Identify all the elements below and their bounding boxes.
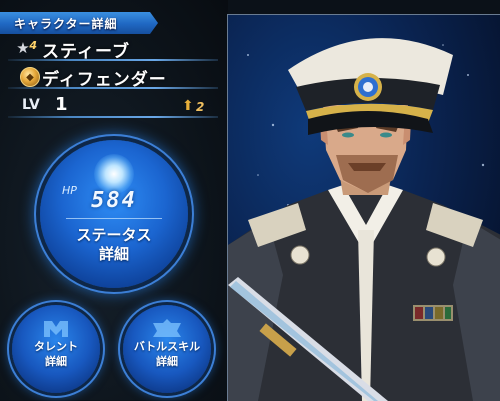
rank-badge: ★ 4 <box>12 38 37 57</box>
battle-skill-detail-button[interactable]: バトルスキル 詳細 <box>123 305 211 393</box>
skill-emblem-icon <box>149 317 185 341</box>
header-title: キャラクター詳細 <box>14 17 118 31</box>
hp-divider <box>66 218 162 219</box>
level-value: 1 <box>55 94 68 115</box>
talent-emblem-icon <box>38 317 74 341</box>
boost-indicator: ⬆ 2 <box>182 98 212 116</box>
level-label: LV <box>22 97 40 113</box>
header-tab: キャラクター詳細 <box>0 12 158 34</box>
class-row: ◆ ディフェンダー <box>0 63 218 90</box>
level-row: LV 1 ⬆ 2 <box>0 92 218 118</box>
status-detail-button[interactable]: HP 584 ステータス 詳細 <box>40 140 188 288</box>
talent-detail-button[interactable]: タレント 詳細 <box>12 305 100 393</box>
rank-value: 4 <box>29 39 37 52</box>
row-divider <box>8 116 218 118</box>
name-row: ★ 4 スティーブ <box>0 35 218 62</box>
up-arrow-icon: ⬆ <box>182 98 194 114</box>
shield-class-icon: ◆ <box>20 67 40 87</box>
row-divider <box>8 59 218 61</box>
boost-count: 2 <box>196 100 205 114</box>
status-detail-label: ステータス 詳細 <box>76 226 152 263</box>
talent-detail-label: タレント 詳細 <box>34 340 78 368</box>
battle-skill-detail-label: バトルスキル 詳細 <box>133 340 201 368</box>
character-portrait <box>227 14 500 401</box>
row-divider <box>8 87 218 89</box>
character-artwork <box>228 38 500 401</box>
star-icon: ★ <box>16 38 30 57</box>
hp-value: 584 <box>91 188 137 213</box>
